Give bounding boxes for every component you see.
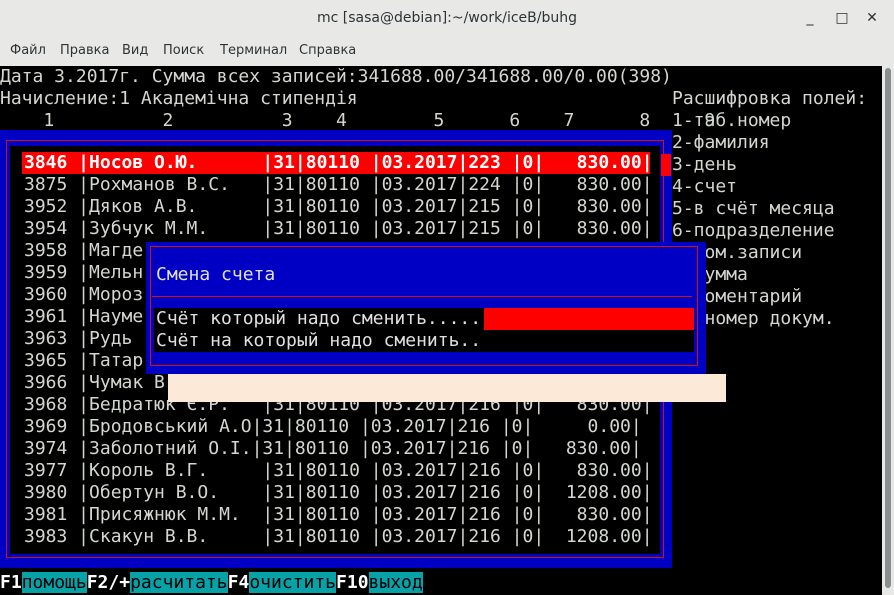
close-button[interactable]: ✕ — [862, 8, 882, 28]
legend-item: 2-фамилия — [672, 132, 770, 153]
menu-terminal[interactable]: Терминал — [220, 43, 287, 58]
f2-key[interactable]: F2/+ — [87, 572, 130, 593]
legend-item: 4-счет — [672, 176, 738, 197]
title-bar: mc [sasa@debian]:~/work/iceB/buhg _ □ ✕ — [0, 0, 894, 39]
menu-bar: Файл Правка Вид Поиск Терминал Справка — [0, 38, 894, 64]
legend-item: 6-подразделение — [672, 220, 835, 241]
clear-button[interactable]: очистить — [249, 572, 337, 593]
table-row[interactable]: 3965 |Татар — [24, 350, 143, 372]
calculate-button[interactable]: расчитать — [130, 572, 228, 593]
table-row[interactable]: 3960 |Мороз — [24, 284, 143, 306]
accrual-line: Начисление:1 Академічна стипендія — [0, 88, 358, 109]
old-account-row[interactable]: Счёт который надо сменить..... — [154, 308, 694, 330]
legend-item: 5-в счёт месяца — [672, 198, 835, 219]
old-account-label: Счёт который надо сменить..... — [156, 308, 482, 329]
dialog-shadow — [168, 374, 726, 402]
function-key-bar: F1помощьF2/+расчитатьF4очиститьF10выход — [0, 572, 423, 594]
menu-file[interactable]: Файл — [10, 43, 46, 58]
dialog-title: Смена счета — [156, 264, 276, 285]
exit-button[interactable]: выход — [368, 572, 423, 593]
menu-edit[interactable]: Правка — [60, 43, 109, 58]
menu-view[interactable]: Вид — [122, 43, 148, 58]
column-numbers: 1 2 3 4 5 6 7 8 9 — [0, 110, 716, 131]
change-account-dialog: Смена счета Счёт который надо сменить...… — [146, 242, 706, 374]
table-row[interactable]: 3969 |Бродовський А.О|31|80110 |03.2017|… — [24, 416, 642, 438]
table-row[interactable]: 3958 |Магде — [24, 240, 143, 262]
legend-item: 1-таб.номер — [672, 110, 792, 131]
table-row[interactable]: 3961 |Науме — [24, 306, 143, 328]
cursor-marker — [661, 154, 671, 176]
table-row[interactable]: 3981 |Присяжнюк М.М. |31|80110 |03.2017|… — [24, 504, 653, 526]
table-row[interactable]: 3977 |Король В.Г. |31|80110 |03.2017|216… — [24, 460, 653, 482]
table-row[interactable]: 3954 |Зубчук М.М. |31|80110 |03.2017|215… — [24, 218, 653, 240]
new-account-row[interactable]: Счёт на который надо сменить.. — [154, 330, 694, 352]
legend-item: 3-день — [672, 154, 738, 175]
table-row[interactable]: 3966 |Чумак В — [24, 372, 165, 394]
maximize-button[interactable]: □ — [832, 8, 852, 28]
help-button[interactable]: помощь — [21, 572, 87, 593]
summary-line: Дата 3.2017г. Сумма всех записей:341688.… — [0, 66, 672, 87]
table-row-selected[interactable]: 3846 |Носов О.Ю. |31|80110 |03.2017|223 … — [24, 152, 653, 174]
table-row[interactable]: 3974 |Заболотний О.І.|31|80110 |03.2017|… — [24, 438, 642, 460]
f4-key[interactable]: F4 — [228, 572, 250, 593]
table-row[interactable]: 3959 |Мельн — [24, 262, 143, 284]
menu-help[interactable]: Справка — [299, 43, 356, 58]
terminal[interactable]: Дата 3.2017г. Сумма всех записей:341688.… — [0, 66, 882, 595]
menu-search[interactable]: Поиск — [163, 43, 204, 58]
table-row[interactable]: 3875 |Рохманов В.С. |31|80110 |03.2017|2… — [24, 174, 653, 196]
new-account-label: Счёт на который надо сменить.. — [156, 330, 482, 351]
table-row[interactable]: 3963 |Рудь — [24, 328, 143, 350]
scrollbar-thumb[interactable] — [885, 68, 891, 588]
table-row[interactable]: 3980 |Обертун В.О. |31|80110 |03.2017|21… — [24, 482, 653, 504]
legend-title: Расшифровка полей: — [672, 88, 868, 109]
scrollbar[interactable] — [882, 66, 894, 595]
old-account-input[interactable] — [484, 308, 694, 330]
table-row[interactable]: 3952 |Дяков А.В. |31|80110 |03.2017|215 … — [24, 196, 653, 218]
window-title: mc [sasa@debian]:~/work/iceB/buhg — [317, 10, 577, 26]
minimize-button[interactable]: _ — [800, 8, 820, 28]
f1-key[interactable]: F1 — [0, 572, 22, 593]
table-row[interactable]: 3983 |Скакун В.В. |31|80110 |03.2017|216… — [24, 526, 653, 548]
dialog-separator — [152, 296, 692, 297]
f10-key[interactable]: F10 — [336, 572, 369, 593]
